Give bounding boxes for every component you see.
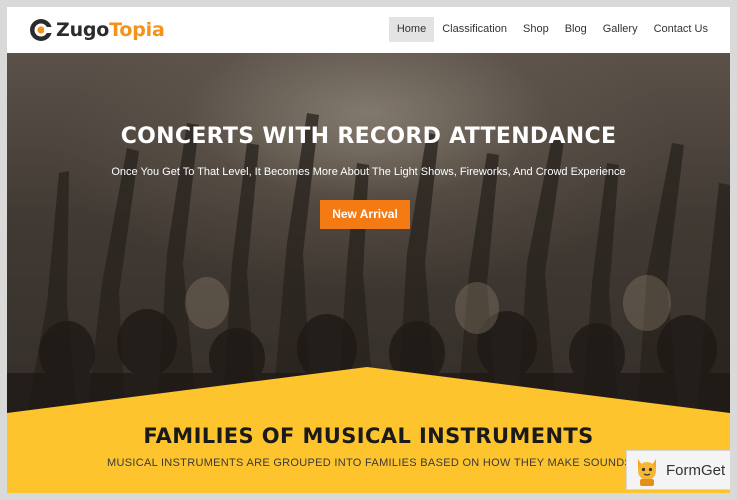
hero-subtitle: Once You Get To That Level, It Becomes M… xyxy=(111,166,626,178)
logo-text-part2: Topia xyxy=(109,19,165,41)
site-header: ZugoTopia Home Classification Shop Blog … xyxy=(7,7,730,53)
logo-wordmark: ZugoTopia xyxy=(56,19,165,41)
nav-item-shop[interactable]: Shop xyxy=(515,17,557,42)
nav-item-blog[interactable]: Blog xyxy=(557,17,595,42)
web-page: ZugoTopia Home Classification Shop Blog … xyxy=(7,7,730,493)
hero-banner xyxy=(7,53,730,413)
nav-item-contact-us[interactable]: Contact Us xyxy=(646,17,716,42)
nav-item-home[interactable]: Home xyxy=(388,17,435,42)
main-nav: Home Classification Shop Blog Gallery Co… xyxy=(388,17,716,42)
new-arrival-button[interactable]: New Arrival xyxy=(320,200,410,229)
hero-overlay xyxy=(7,53,730,413)
formget-badge[interactable]: FormGet xyxy=(626,450,730,490)
target-c-icon xyxy=(30,19,53,41)
formget-label: FormGet xyxy=(666,461,726,479)
section-subtitle: MUSICAL INSTRUMENTS ARE GROUPED INTO FAM… xyxy=(107,457,627,469)
cat-mascot-icon xyxy=(638,459,656,486)
site-logo[interactable]: ZugoTopia xyxy=(29,17,165,43)
hero-title: CONCERTS WITH RECORD ATTENDANCE xyxy=(120,124,617,149)
nav-item-classification[interactable]: Classification xyxy=(434,17,515,42)
logo-text-part1: Zugo xyxy=(56,19,110,41)
screenshot-frame: ZugoTopia Home Classification Shop Blog … xyxy=(0,0,737,500)
nav-item-gallery[interactable]: Gallery xyxy=(595,17,646,42)
section-title: FAMILIES OF MUSICAL INSTRUMENTS xyxy=(143,424,594,448)
